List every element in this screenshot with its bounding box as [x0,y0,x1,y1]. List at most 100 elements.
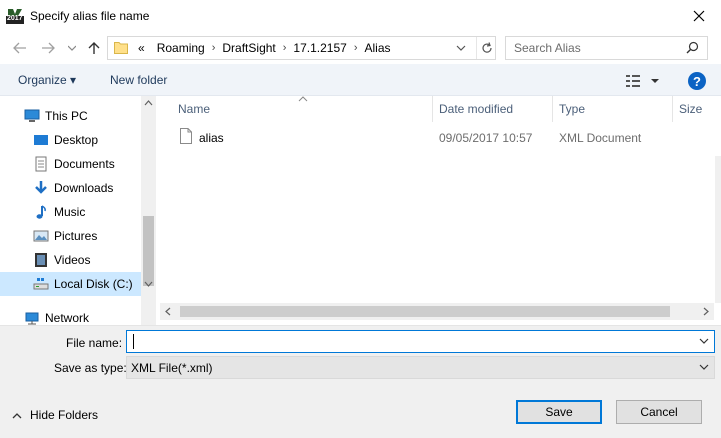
close-button[interactable] [676,0,721,32]
file-name-field[interactable] [126,330,715,353]
search-input[interactable]: Search Alias [514,41,581,55]
chevron-down-icon [699,364,709,370]
vertical-scrollbar-track[interactable] [715,156,721,303]
nav-item-label: Music [54,205,86,219]
file-name: alias [199,131,224,145]
nav-item-downloads[interactable]: Downloads [0,176,141,200]
nav-scrollbar-thumb[interactable] [143,216,154,286]
computer-icon [24,108,40,124]
forward-button[interactable] [38,38,58,58]
refresh-icon [481,42,492,53]
nav-item-label: Pictures [54,229,98,243]
sort-ascending-icon [298,96,308,102]
nav-item-label: Videos [54,253,91,267]
refresh-button[interactable] [476,37,496,59]
up-button[interactable] [84,38,104,58]
chevron-down-icon [68,45,76,51]
chevron-down-icon [456,45,466,51]
column-header-label: Size [679,102,703,116]
nav-item-music[interactable]: Music [0,200,141,224]
scroll-left-icon[interactable] [165,307,171,316]
up-arrow-icon [88,42,100,54]
title-bar: 2017 Specify alias file name [0,0,721,32]
nav-item-videos[interactable]: Videos [0,248,141,272]
file-list-horizontal-scrollbar[interactable] [160,303,714,320]
column-header-row: Name Date modified Type Size [160,96,721,122]
hide-folders-label: Hide Folders [30,408,99,422]
drive-icon [33,276,49,292]
chevron-up-icon [12,412,22,418]
column-header-name[interactable]: Name [172,96,433,122]
nav-item-this-pc[interactable]: This PC [0,104,141,128]
breadcrumb-item[interactable]: 17.1.2157 [287,41,352,55]
forward-arrow-icon [42,42,55,54]
view-details-icon [626,75,659,87]
nav-item-label: Desktop [54,133,99,147]
hide-folders-button[interactable]: Hide Folders [12,407,98,423]
horizontal-scrollbar-thumb[interactable] [180,306,670,317]
breadcrumb-item[interactable]: Alias [358,41,396,55]
breadcrumb: « Roaming › DraftSight › 17.1.2157 › Ali… [132,37,397,59]
file-row[interactable]: alias 09/05/2017 10:57 XML Document [160,126,721,150]
cancel-button[interactable]: Cancel [616,400,702,424]
recent-locations-button[interactable] [62,38,82,58]
column-header-label: Date modified [439,102,514,116]
nav-item-network[interactable]: Network [0,306,141,325]
command-bar: Organize ▾ New folder [0,64,721,96]
scroll-down-icon[interactable] [144,281,153,287]
help-button[interactable]: ? [688,72,706,90]
column-header-type[interactable]: Type [553,96,673,122]
nav-item-documents[interactable]: Documents [0,152,141,176]
nav-item-desktop[interactable]: Desktop [0,128,141,152]
save-type-value: XML File(*.xml) [131,361,213,375]
desktop-icon [33,132,49,148]
navigation-pane: This PC Desktop Documents Downloads Musi… [0,96,156,325]
change-view-button[interactable] [624,72,664,90]
videos-icon [33,252,49,268]
network-icon [24,310,40,325]
save-button[interactable]: Save [516,400,602,424]
column-header-label: Type [559,102,586,116]
back-arrow-icon [13,42,26,54]
nav-item-label: Local Disk (C:) [54,277,133,291]
save-type-dropdown[interactable]: XML File(*.xml) [126,356,715,379]
nav-item-label: This PC [45,109,88,123]
address-history-button[interactable] [455,41,467,58]
column-header-label: Name [178,102,211,116]
breadcrumb-item[interactable]: Roaming [151,41,211,55]
downloads-icon [33,180,49,196]
scroll-right-icon[interactable] [703,307,709,316]
app-icon: 2017 [6,8,24,24]
scroll-up-icon[interactable] [144,100,153,106]
nav-item-label: Downloads [54,181,114,195]
documents-icon [33,156,49,172]
column-header-date[interactable]: Date modified [433,96,553,122]
organize-menu[interactable]: Organize ▾ [18,73,76,87]
file-name-label: File name: [66,336,123,350]
search-box[interactable]: Search Alias [505,36,708,60]
music-icon [33,204,49,220]
file-list: Name Date modified Type Size alias 09/05… [160,96,721,325]
file-icon [180,128,192,147]
chevron-down-icon[interactable] [699,338,709,345]
address-bar[interactable]: « Roaming › DraftSight › 17.1.2157 › Ali… [107,36,496,60]
folder-icon [114,41,128,57]
app-icon-label: 2017 [7,15,23,22]
nav-item-label: Network [45,311,90,325]
nav-item-local-disk[interactable]: Local Disk (C:) [0,272,141,296]
text-cursor [133,334,134,349]
back-button[interactable] [10,38,30,58]
nav-item-pictures[interactable]: Pictures [0,224,141,248]
new-folder-button[interactable]: New folder [110,73,167,87]
file-type: XML Document [559,131,642,145]
save-type-label: Save as type: [54,361,127,375]
window-title: Specify alias file name [30,9,150,23]
close-icon [693,10,704,22]
nav-item-label: Documents [54,157,115,171]
file-list-vertical-scrollbar[interactable] [705,96,721,303]
nav-scrollbar[interactable] [141,96,156,325]
breadcrumb-overflow[interactable]: « [132,41,151,55]
breadcrumb-item[interactable]: DraftSight [216,41,281,55]
search-icon[interactable] [686,41,699,57]
pictures-icon [33,228,49,244]
